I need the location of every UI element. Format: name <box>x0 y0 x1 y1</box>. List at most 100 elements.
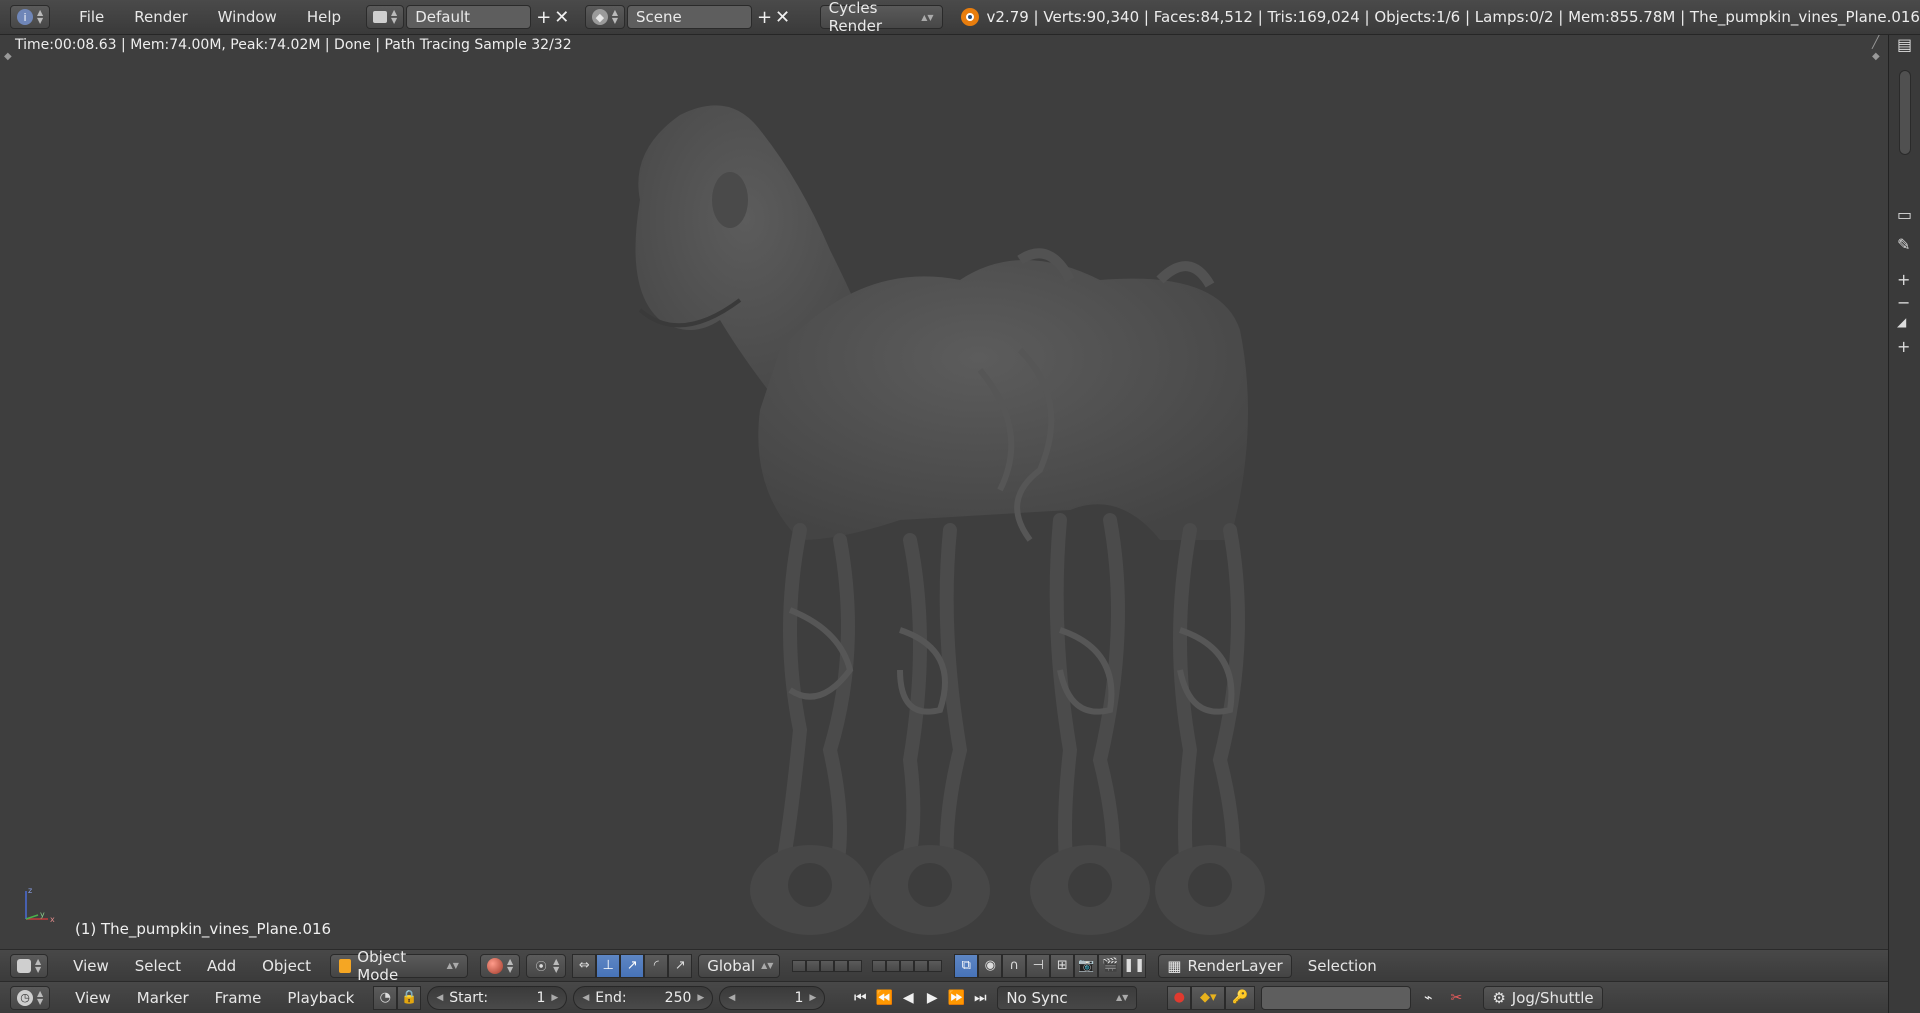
screen-layout-selector[interactable]: ▲ ▼ <box>366 5 405 29</box>
pivot-dropdown[interactable]: ⦿ ▲ ▼ <box>526 953 567 978</box>
layer-button[interactable] <box>820 959 835 972</box>
3d-view-icon <box>17 958 31 973</box>
zoom-in-icon[interactable]: + <box>1897 270 1910 289</box>
layer-button[interactable] <box>928 959 943 972</box>
jog-shuttle-button[interactable]: ⚙ Jog/Shuttle <box>1483 985 1603 1010</box>
menu-render[interactable]: Render <box>119 8 202 26</box>
playback-controls: ⏮ ⏪ ◀ ▶ ⏩ ⏭ <box>849 986 991 1010</box>
start-frame-field[interactable]: ◀ Start: 1 ▶ <box>427 985 568 1010</box>
opengl-anim-icon[interactable]: 🎬 <box>1098 953 1123 978</box>
jump-end-icon[interactable]: ⏭ <box>969 986 991 1010</box>
menu-playback[interactable]: Playback <box>274 989 367 1007</box>
properties-icon[interactable]: ▭ <box>1897 205 1912 224</box>
layer-button[interactable] <box>886 959 901 972</box>
jump-keyframe-back-icon[interactable]: ⏪ <box>873 986 895 1010</box>
add-icon[interactable]: + <box>1897 337 1910 356</box>
render-layer-selector[interactable]: ▦ RenderLayer <box>1158 953 1292 978</box>
menu-window[interactable]: Window <box>203 8 292 26</box>
jump-keyframe-forward-icon[interactable]: ⏩ <box>945 986 967 1010</box>
record-icon[interactable]: ● <box>1167 985 1192 1010</box>
timeline-header: ◷ ▲ ▼ View Marker Frame Playback ◔ 🔒 ◀ St… <box>0 981 1888 1013</box>
stats-text: v2.79 | Verts:90,340 | Faces:84,512 | Tr… <box>986 8 1920 26</box>
opengl-render-icon[interactable]: 📷 <box>1074 953 1099 978</box>
interaction-mode-dropdown[interactable]: Object Mode ▲▼ <box>329 948 468 984</box>
corner-split-icon[interactable]: ◆ <box>1872 51 1880 62</box>
end-frame-field[interactable]: ◀ End: 250 ▶ <box>573 985 714 1010</box>
keying-set-field[interactable] <box>1261 985 1412 1010</box>
menu-view[interactable]: View <box>60 957 122 975</box>
brush-icon[interactable]: ◢ <box>1897 315 1906 329</box>
preview-range-icon[interactable]: ◔ <box>373 985 398 1010</box>
layer-button[interactable] <box>792 959 807 972</box>
scrollbar[interactable] <box>1899 70 1911 155</box>
render-status: Time:00:08.63 | Mem:74.00M, Peak:74.02M … <box>15 37 572 53</box>
snap-element-icon[interactable]: ⊣ <box>1026 953 1051 978</box>
lock-range-icon[interactable]: 🔒 <box>397 985 422 1010</box>
viewport-header: ▲ ▼ View Select Add Object Object Mode ▲▼… <box>0 948 1888 984</box>
lock-layers-icon[interactable]: ⧉ <box>954 953 979 978</box>
transform-orientation-dropdown[interactable]: Global ▲▼ <box>698 953 781 978</box>
layer-button[interactable] <box>914 959 929 972</box>
jump-start-icon[interactable]: ⏮ <box>849 986 871 1010</box>
preview-range-group: ◔ 🔒 <box>373 985 422 1010</box>
close-screen-icon[interactable]: ✕ <box>553 5 571 29</box>
insert-keyframe-icon[interactable]: ⌁ <box>1417 986 1439 1010</box>
menu-frame[interactable]: Frame <box>202 989 275 1007</box>
tools-icon[interactable]: ✎ <box>1897 235 1910 254</box>
editor-type-button[interactable]: ▲ ▼ <box>10 953 49 978</box>
shading-dropdown[interactable]: ▲ ▼ <box>479 953 521 978</box>
menu-object[interactable]: Object <box>249 957 324 975</box>
play-icon[interactable]: ▶ <box>921 986 943 1010</box>
sync-label: No Sync <box>1006 988 1068 1007</box>
updown-arrows-icon: ▲▼ <box>506 956 514 974</box>
proportional-edit-icon[interactable]: ◉ <box>978 953 1003 978</box>
translate-manipulator-icon[interactable]: ⊥ <box>596 953 621 978</box>
layer-button[interactable] <box>806 959 821 972</box>
scene-selector[interactable]: ◆ ▲ ▼ <box>584 5 625 29</box>
screen-layout-name[interactable]: Default <box>406 5 531 29</box>
manipulator-toggle-icon[interactable]: ⇔ <box>572 953 597 978</box>
keying-set-icon[interactable]: 🔑 <box>1225 985 1256 1010</box>
pause-render-icon[interactable]: ❚❚ <box>1122 953 1147 978</box>
scene-name[interactable]: Scene <box>626 5 752 29</box>
layer-button[interactable] <box>834 959 849 972</box>
play-reverse-icon[interactable]: ◀ <box>897 986 919 1010</box>
layer-button[interactable] <box>872 959 887 972</box>
snap-toggle-icon[interactable]: ∩ <box>1002 953 1027 978</box>
sync-dropdown[interactable]: No Sync ▲▼ <box>997 985 1138 1010</box>
menu-file[interactable]: File <box>64 8 119 26</box>
menu-add[interactable]: Add <box>194 957 249 975</box>
layer-button[interactable] <box>848 959 863 972</box>
corner-hatch-icon[interactable]: ╱ <box>1872 35 1879 49</box>
scale-manipulator-icon[interactable]: ◜ <box>644 953 669 978</box>
add-scene-icon[interactable]: + <box>756 5 774 29</box>
menu-help[interactable]: Help <box>292 8 356 26</box>
updown-arrows-icon: ▲▼ <box>446 961 459 970</box>
3d-viewport[interactable]: Time:00:08.63 | Mem:74.00M, Peak:74.02M … <box>0 35 1888 949</box>
current-frame-field[interactable]: ◀ 1 ▶ <box>719 985 826 1010</box>
delete-keyframe-icon[interactable]: ✂ <box>1445 986 1467 1010</box>
editor-type-button[interactable]: ◷ ▲ ▼ <box>10 985 51 1010</box>
rotate-manipulator-icon[interactable]: ↗ <box>620 953 645 978</box>
keyframe-type-icon[interactable]: ◆▾ <box>1191 985 1226 1010</box>
outliner-icon[interactable]: ▤ <box>1897 35 1912 54</box>
main-menu: File Render Window Help <box>64 8 356 26</box>
close-scene-icon[interactable]: ✕ <box>774 5 792 29</box>
transform-icon[interactable]: ↗ <box>668 953 693 978</box>
current-frame-value: 1 <box>794 989 804 1006</box>
zoom-out-icon[interactable]: − <box>1897 293 1910 312</box>
editor-type-button[interactable]: i ▲ ▼ <box>10 5 51 29</box>
menu-select[interactable]: Select <box>122 957 194 975</box>
menu-marker[interactable]: Marker <box>124 989 202 1007</box>
keying-group: ● ◆▾ 🔑 <box>1167 985 1256 1010</box>
add-screen-icon[interactable]: + <box>535 5 553 29</box>
snap-target-icon[interactable]: ⊞ <box>1050 953 1075 978</box>
render-engine-dropdown[interactable]: Cycles Render ▲▼ <box>819 0 943 35</box>
menu-view[interactable]: View <box>62 989 124 1007</box>
layer-button[interactable] <box>900 959 915 972</box>
updown-arrows-icon: ▲▼ <box>37 988 44 1006</box>
corner-split-icon[interactable]: ◆ <box>4 51 12 62</box>
selection-label[interactable]: Selection <box>1308 957 1377 975</box>
properties-strip[interactable]: ▤ ▭ ✎ + − ◢ + <box>1888 35 1920 1013</box>
left-arrow-icon: ◀ <box>436 992 444 1003</box>
